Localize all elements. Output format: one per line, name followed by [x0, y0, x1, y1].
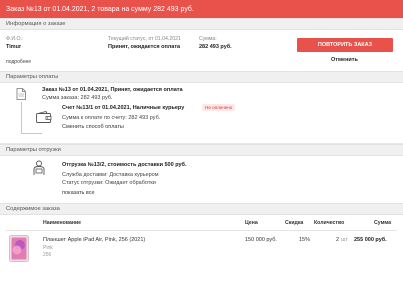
item-size: 256 — [43, 252, 52, 258]
shipping-panel: Отгрузка №13/2, стоимость доставки 500 р… — [0, 156, 403, 203]
order-items-table: Наименование Цена Скидка Количество Сумм… — [0, 215, 403, 275]
tree-line-horizontal — [21, 133, 42, 134]
wallet-icon — [36, 111, 52, 123]
shipment-service: Служба доставки: Доставка курьером — [62, 172, 159, 178]
tree-line-vertical — [21, 102, 22, 133]
item-color: Pink — [43, 245, 53, 251]
order-info-section-title: Информация о заказе — [0, 18, 403, 30]
payment-section-title: Параметры оплаты — [0, 71, 403, 83]
item-unit: шт — [341, 237, 348, 243]
column-header-quantity: Количество — [314, 220, 345, 226]
column-header-price: Цена — [245, 220, 258, 226]
shipment-status: Статус отгрузки: Ожидает обработки — [62, 180, 156, 186]
contents-section-title: Содержимое заказа — [0, 203, 403, 215]
order-header: Заказ №13 от 01.04.2021, 2 товара на сум… — [0, 0, 403, 18]
change-payment-method-link[interactable]: Сменить способ оплаты — [62, 124, 124, 130]
shipping-section-title: Параметры отгрузки — [0, 144, 403, 156]
item-name[interactable]: Планшет Apple iPad Air, Pink, 256 (2021) — [43, 237, 145, 243]
cancel-order-link[interactable]: Отменить — [331, 57, 358, 63]
item-discount: 15% — [299, 237, 311, 243]
sum-label: Сумма: — [199, 36, 217, 42]
order-info-panel: Ф.И.О.: Timur подробнее Текущий статус, … — [0, 30, 403, 71]
show-all-link[interactable]: показать все — [62, 190, 95, 196]
status-label: Текущий статус, от 01.04.2021 — [108, 36, 181, 42]
payment-order-title: Заказ №13 от 01.04.2021, Принят, ожидает… — [42, 87, 183, 93]
column-header-sum: Сумма — [374, 220, 392, 226]
fio-label: Ф.И.О.: — [6, 36, 24, 42]
document-icon — [16, 88, 26, 100]
repeat-order-button[interactable]: ПОВТОРИТЬ ЗАКАЗ — [297, 38, 393, 52]
invoice-sum: Сумма к оплате по счету: 282 493 руб. — [62, 115, 161, 121]
column-header-discount: Скидка — [285, 220, 304, 226]
payment-status-badge: Не оплачено — [202, 104, 236, 111]
sum-value: 282 493 руб. — [199, 44, 232, 50]
fio-value: Timur — [6, 44, 22, 50]
item-sum: 255 000 руб. — [354, 237, 387, 243]
payment-panel: Заказ №13 от 01.04.2021, Принят, ожидает… — [0, 83, 403, 144]
table-header-divider — [6, 230, 397, 231]
courier-icon — [30, 160, 48, 176]
order-header-title: Заказ №13 от 01.04.2021, 2 товара на сум… — [6, 5, 194, 13]
item-price: 150 000 руб. — [245, 237, 277, 243]
status-value: Принят, ожидается оплата — [108, 44, 181, 50]
invoice-title: Счет №13/1 от 01.04.2021, Наличные курье… — [62, 105, 185, 111]
item-quantity: 2 — [336, 237, 340, 243]
payment-order-sum: Сумма заказа: 282 493 руб. — [42, 95, 113, 101]
column-header-name: Наименование — [43, 220, 82, 226]
tablet-icon — [9, 235, 29, 262]
details-link[interactable]: подробнее — [6, 59, 31, 65]
shipment-title: Отгрузка №13/2, стоимость доставки 500 р… — [62, 162, 187, 168]
